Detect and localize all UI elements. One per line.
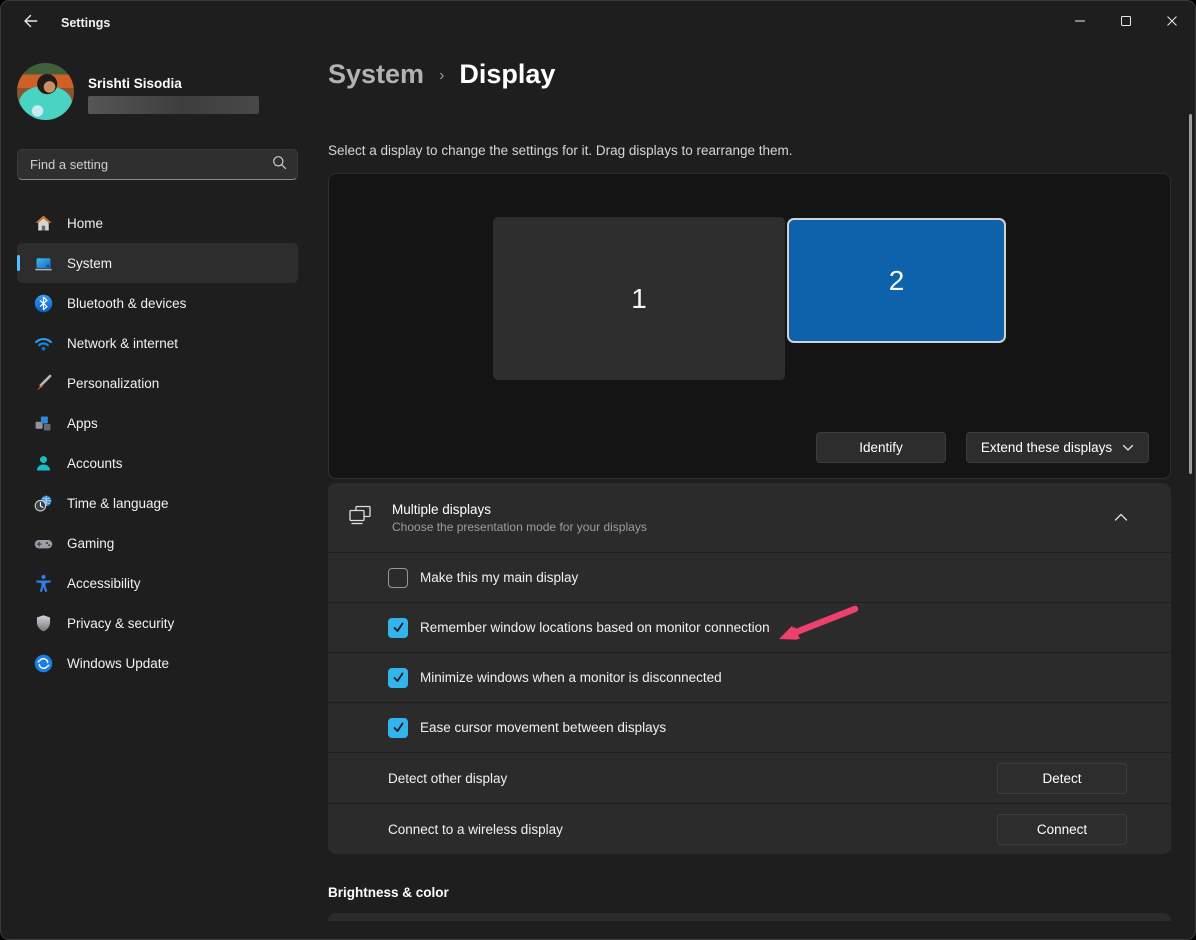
network-icon <box>33 333 54 354</box>
monitor-1[interactable]: 1 <box>493 217 785 380</box>
bluetooth-icon <box>33 293 54 314</box>
sidebar-item-label: Time & language <box>67 496 169 511</box>
user-email-redacted <box>88 96 259 114</box>
home-icon <box>33 213 54 234</box>
sidebar-item-label: Network & internet <box>67 336 178 351</box>
multiple-displays-card: Multiple displays Choose the presentatio… <box>328 483 1171 854</box>
sidebar-item-label: Gaming <box>67 536 114 551</box>
sidebar-item-label: Personalization <box>67 376 159 391</box>
checkbox-label: Minimize windows when a monitor is disco… <box>420 670 722 685</box>
wireless-display-label: Connect to a wireless display <box>388 822 563 837</box>
sidebar-item-system[interactable]: System <box>17 243 298 283</box>
multiple-displays-subtitle: Choose the presentation mode for your di… <box>392 520 647 534</box>
search-input[interactable] <box>28 156 272 173</box>
avatar <box>17 63 74 120</box>
sidebar-item-home[interactable]: Home <box>17 203 298 243</box>
minimize-windows-checkbox[interactable] <box>388 668 408 688</box>
sidebar: Srishti Sisodia Home System Bluetooth & … <box>1 45 313 939</box>
app-title: Settings <box>61 16 110 30</box>
user-name: Srishti Sisodia <box>88 76 259 91</box>
privacy-shield-icon <box>33 613 54 634</box>
chevron-up-icon[interactable] <box>1114 509 1128 527</box>
connect-button[interactable]: Connect <box>997 814 1127 845</box>
sidebar-item-label: Accounts <box>67 456 123 471</box>
titlebar: Settings <box>1 1 1195 45</box>
monitor-1-number: 1 <box>631 283 647 315</box>
sidebar-item-label: System <box>67 256 112 271</box>
settings-window: Settings Srishti Sisodia <box>0 0 1196 940</box>
sidebar-item-label: Bluetooth & devices <box>67 296 186 311</box>
apps-icon <box>33 413 54 434</box>
checkbox-label: Remember window locations based on monit… <box>420 620 770 635</box>
vertical-scrollbar[interactable] <box>1189 114 1192 474</box>
ease-cursor-row: Ease cursor movement between displays <box>328 702 1171 752</box>
breadcrumb: System › Display <box>328 59 1171 90</box>
page-title: Display <box>459 59 555 90</box>
monitor-2[interactable]: 2 <box>787 218 1006 343</box>
extend-displays-label: Extend these displays <box>981 440 1112 455</box>
windows-update-icon <box>33 653 54 674</box>
display-arrangement-panel: 1 2 Identify Extend these displays <box>328 173 1171 479</box>
chevron-down-icon <box>1122 440 1134 455</box>
monitor-2-number: 2 <box>889 265 905 297</box>
multiple-displays-title: Multiple displays <box>392 502 647 517</box>
minimize-windows-row: Minimize windows when a monitor is disco… <box>328 652 1171 702</box>
sidebar-item-label: Apps <box>67 416 98 431</box>
brightness-color-heading: Brightness & color <box>328 885 1171 900</box>
sidebar-item-label: Accessibility <box>67 576 141 591</box>
minimize-button[interactable] <box>1057 1 1103 41</box>
multiple-displays-header[interactable]: Multiple displays Choose the presentatio… <box>328 483 1171 552</box>
detect-display-label: Detect other display <box>388 771 507 786</box>
maximize-button[interactable] <box>1103 1 1149 41</box>
identify-button[interactable]: Identify <box>816 432 946 463</box>
page-description: Select a display to change the settings … <box>328 143 1171 158</box>
extend-displays-dropdown[interactable]: Extend these displays <box>966 432 1149 463</box>
sidebar-item-personalization[interactable]: Personalization <box>17 363 298 403</box>
back-arrow-icon <box>22 13 38 34</box>
wireless-display-row: Connect to a wireless display Connect <box>328 803 1171 854</box>
close-icon <box>1166 15 1178 27</box>
sidebar-item-privacy[interactable]: Privacy & security <box>17 603 298 643</box>
ease-cursor-checkbox[interactable] <box>388 718 408 738</box>
detect-display-row: Detect other display Detect <box>328 752 1171 803</box>
accounts-icon <box>33 453 54 474</box>
sidebar-item-windows-update[interactable]: Windows Update <box>17 643 298 683</box>
sidebar-item-network[interactable]: Network & internet <box>17 323 298 363</box>
sidebar-item-gaming[interactable]: Gaming <box>17 523 298 563</box>
main-content: System › Display Select a display to cha… <box>328 45 1171 939</box>
back-button[interactable] <box>13 8 47 38</box>
personalization-icon <box>33 373 54 394</box>
multiple-displays-icon <box>347 502 373 533</box>
detect-button[interactable]: Detect <box>997 763 1127 794</box>
next-card-partial <box>328 913 1171 921</box>
breadcrumb-system[interactable]: System <box>328 59 424 90</box>
time-language-icon <box>33 493 54 514</box>
remember-locations-row: Remember window locations based on monit… <box>328 602 1171 652</box>
user-card[interactable]: Srishti Sisodia <box>17 63 298 120</box>
main-display-checkbox[interactable] <box>388 568 408 588</box>
checkbox-label: Make this my main display <box>420 570 578 585</box>
checkbox-label: Ease cursor movement between displays <box>420 720 666 735</box>
maximize-icon <box>1120 15 1132 27</box>
window-controls <box>1057 1 1195 41</box>
sidebar-item-bluetooth[interactable]: Bluetooth & devices <box>17 283 298 323</box>
sidebar-nav: Home System Bluetooth & devices Network … <box>17 203 298 683</box>
sidebar-item-label: Home <box>67 216 103 231</box>
sidebar-item-accounts[interactable]: Accounts <box>17 443 298 483</box>
system-icon <box>33 253 54 274</box>
sidebar-item-apps[interactable]: Apps <box>17 403 298 443</box>
sidebar-item-time-language[interactable]: Time & language <box>17 483 298 523</box>
remember-locations-checkbox[interactable] <box>388 618 408 638</box>
gaming-icon <box>33 533 54 554</box>
search-box[interactable] <box>17 149 298 180</box>
main-display-row: Make this my main display <box>328 552 1171 602</box>
minimize-icon <box>1074 15 1086 27</box>
sidebar-item-accessibility[interactable]: Accessibility <box>17 563 298 603</box>
accessibility-icon <box>33 573 54 594</box>
sidebar-item-label: Privacy & security <box>67 616 174 631</box>
close-button[interactable] <box>1149 1 1195 41</box>
search-icon <box>272 155 287 175</box>
breadcrumb-separator: › <box>439 67 444 85</box>
sidebar-item-label: Windows Update <box>67 656 169 671</box>
